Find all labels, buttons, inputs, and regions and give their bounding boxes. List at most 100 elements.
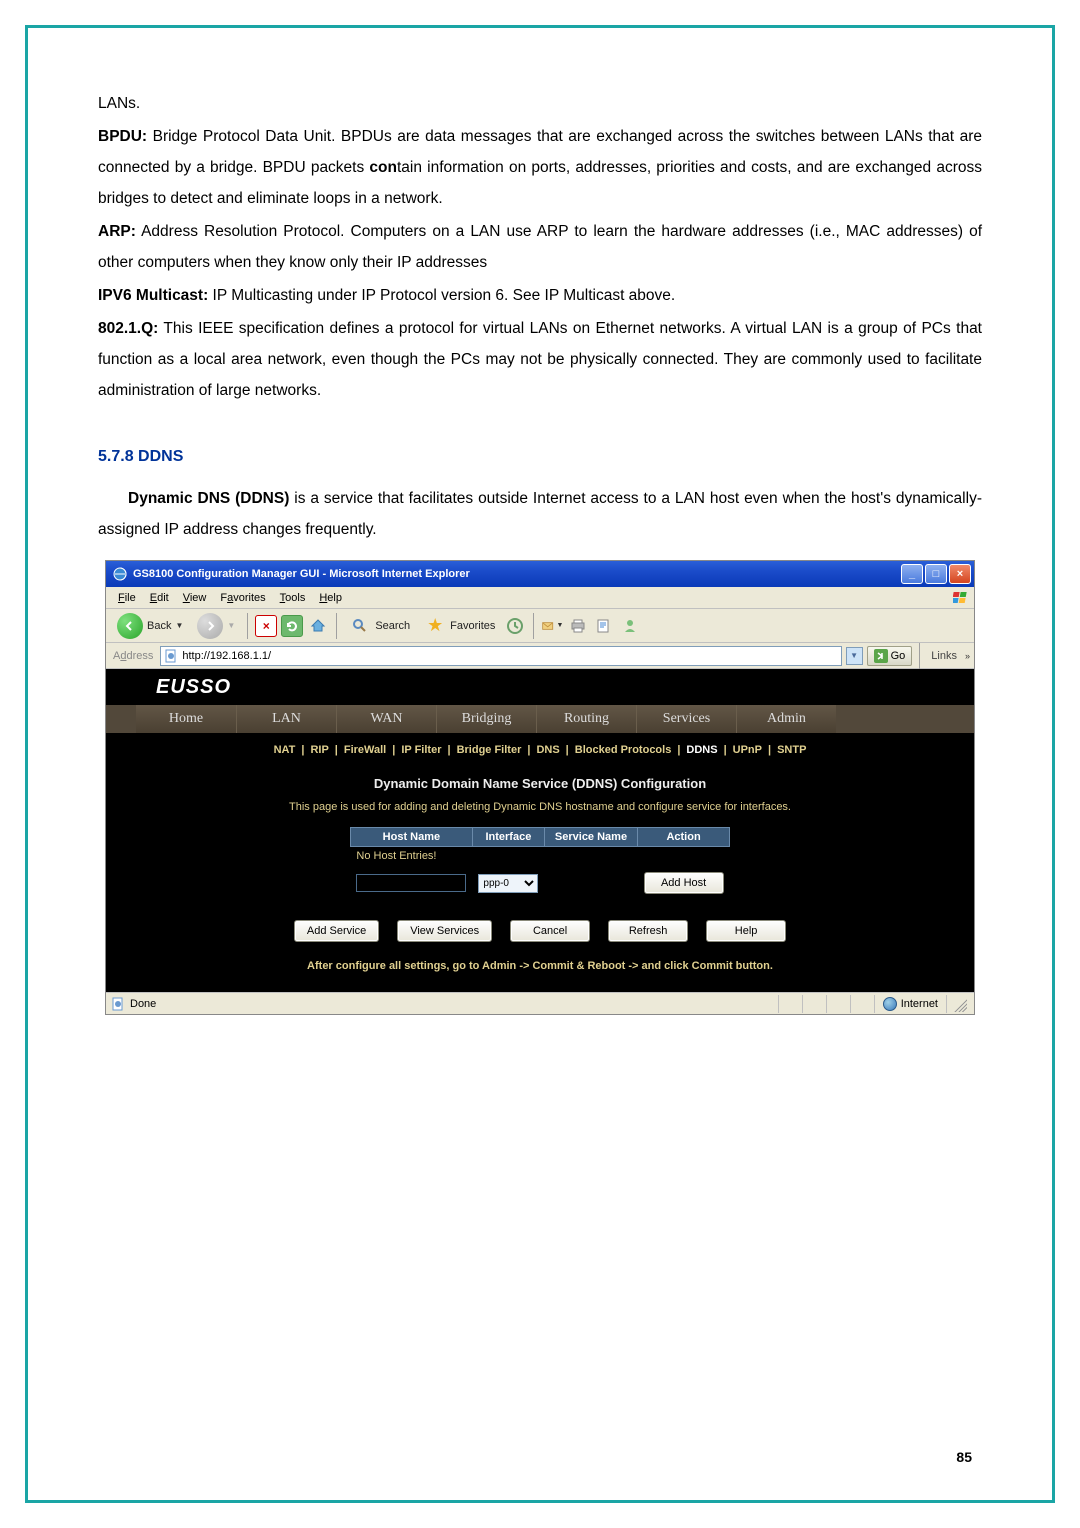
subtab-bridgefilter[interactable]: Bridge Filter (451, 744, 528, 756)
addressbar: Address http://192.168.1.1/ ▼ Go Links » (106, 643, 974, 669)
go-label: Go (891, 650, 906, 662)
address-field[interactable]: http://192.168.1.1/ (160, 646, 841, 666)
status-left: Done (110, 996, 156, 1012)
tab-lan[interactable]: LAN (236, 705, 336, 733)
favorites-button[interactable]: ★ Favorites (419, 613, 500, 639)
subtab-sntp[interactable]: SNTP (771, 744, 812, 756)
toolbar: Back ▼ ▼ × Search (106, 609, 974, 643)
close-button[interactable]: × (949, 564, 971, 584)
mail-button[interactable]: ▼ (541, 615, 563, 637)
ddns-table: Host Name Interface Service Name Action … (350, 827, 730, 898)
menu-edit[interactable]: Edit (144, 590, 175, 606)
document-frame: LANs. BPDU: Bridge Protocol Data Unit. B… (25, 25, 1055, 1503)
links-label[interactable]: Links (927, 650, 961, 662)
section-578-heading: 5.7.8 DDNS (98, 441, 982, 473)
minimize-button[interactable]: _ (901, 564, 923, 584)
forward-button[interactable]: ▼ (192, 613, 240, 639)
window-title: GS8100 Configuration Manager GUI - Micro… (133, 568, 470, 580)
q-label: 802.1.Q: (98, 320, 158, 337)
subtab-ipfilter[interactable]: IP Filter (395, 744, 447, 756)
address-label: Address (110, 650, 156, 662)
history-button[interactable] (504, 615, 526, 637)
add-service-button[interactable]: Add Service (294, 920, 379, 942)
lans-line: LANs. (98, 88, 982, 119)
forward-caret-icon: ▼ (227, 621, 235, 630)
search-button[interactable]: Search (344, 613, 415, 639)
address-dropdown[interactable]: ▼ (846, 647, 863, 665)
menu-file[interactable]: File (112, 590, 142, 606)
forward-icon (197, 613, 223, 639)
subtab-upnp[interactable]: UPnP (727, 744, 768, 756)
subtab-ddns[interactable]: DDNS (680, 744, 723, 756)
menu-favorites[interactable]: Favorites (214, 590, 271, 606)
links-chevron-icon[interactable]: » (965, 651, 970, 661)
resize-grip[interactable] (946, 995, 970, 1013)
cancel-button[interactable]: Cancel (510, 920, 590, 942)
bpdu-label: BPDU: (98, 128, 147, 145)
ddns-intro-bold: Dynamic DNS (DDNS) (128, 490, 289, 507)
subtab-rip[interactable]: RIP (304, 744, 334, 756)
menu-tools[interactable]: Tools (274, 590, 312, 606)
tab-admin[interactable]: Admin (736, 705, 836, 733)
address-url: http://192.168.1.1/ (182, 650, 271, 662)
main-nav: Home LAN WAN Bridging Routing Services A… (106, 705, 974, 733)
titlebar-left: GS8100 Configuration Manager GUI - Micro… (112, 566, 470, 582)
tab-wan[interactable]: WAN (336, 705, 436, 733)
ipv6-para: IPV6 Multicast: IP Multicasting under IP… (98, 280, 982, 311)
search-label: Search (375, 620, 410, 632)
internet-zone-icon (883, 997, 897, 1011)
tab-routing[interactable]: Routing (536, 705, 636, 733)
done-icon (110, 996, 126, 1012)
subtab-firewall[interactable]: FireWall (338, 744, 392, 756)
add-row: ppp-0 Add Host (350, 868, 729, 898)
button-row: Add Service View Services Cancel Refresh… (136, 920, 944, 942)
hostname-input[interactable] (356, 874, 466, 892)
status-cell-3 (826, 995, 850, 1013)
bpdu-con: con (369, 159, 397, 176)
back-button[interactable]: Back ▼ (112, 613, 188, 639)
subtab-nat[interactable]: NAT (268, 744, 302, 756)
no-entries-row: No Host Entries! (350, 847, 729, 869)
subtab-blockedprot[interactable]: Blocked Protocols (569, 744, 678, 756)
commit-hint: After configure all settings, go to Admi… (136, 960, 944, 972)
menu-help[interactable]: Help (313, 590, 348, 606)
home-button[interactable] (307, 615, 329, 637)
titlebar[interactable]: GS8100 Configuration Manager GUI - Micro… (106, 561, 974, 587)
favorites-label: Favorites (450, 620, 495, 632)
th-action: Action (638, 828, 730, 847)
view-services-button[interactable]: View Services (397, 920, 492, 942)
interface-select[interactable]: ppp-0 (478, 874, 538, 893)
go-arrow-icon (874, 649, 888, 663)
add-host-button[interactable]: Add Host (644, 872, 724, 894)
eusso-logo: EUSSO (156, 676, 231, 699)
tab-services[interactable]: Services (636, 705, 736, 733)
go-button[interactable]: Go (867, 646, 913, 666)
th-servicename: Service Name (544, 828, 637, 847)
stop-button[interactable]: × (255, 615, 277, 637)
refresh-page-button[interactable]: Refresh (608, 920, 688, 942)
menu-view[interactable]: View (177, 590, 213, 606)
menubar: File Edit View Favorites Tools Help (106, 587, 974, 609)
refresh-button[interactable] (281, 615, 303, 637)
status-cells: Internet (778, 995, 970, 1013)
print-button[interactable] (567, 615, 589, 637)
subtab-dns[interactable]: DNS (530, 744, 565, 756)
arp-para: ARP: Address Resolution Protocol. Comput… (98, 216, 982, 278)
logo-bar: EUSSO (106, 669, 974, 705)
window-controls: _ □ × (901, 564, 971, 584)
zone-label: Internet (901, 998, 938, 1010)
back-label: Back (147, 620, 171, 632)
tab-bridging[interactable]: Bridging (436, 705, 536, 733)
q-text: This IEEE specification defines a protoc… (98, 320, 982, 399)
page-content: EUSSO Home LAN WAN Bridging Routing Serv… (106, 669, 974, 992)
back-caret-icon: ▼ (175, 621, 183, 630)
page-number: 85 (956, 1449, 972, 1465)
edit-button[interactable] (593, 615, 615, 637)
messenger-button[interactable] (619, 615, 641, 637)
tab-home[interactable]: Home (136, 705, 236, 733)
toolbar-sep1 (247, 613, 248, 639)
toolbar-sep3 (533, 613, 534, 639)
maximize-button[interactable]: □ (925, 564, 947, 584)
help-button[interactable]: Help (706, 920, 786, 942)
status-cell-1 (778, 995, 802, 1013)
